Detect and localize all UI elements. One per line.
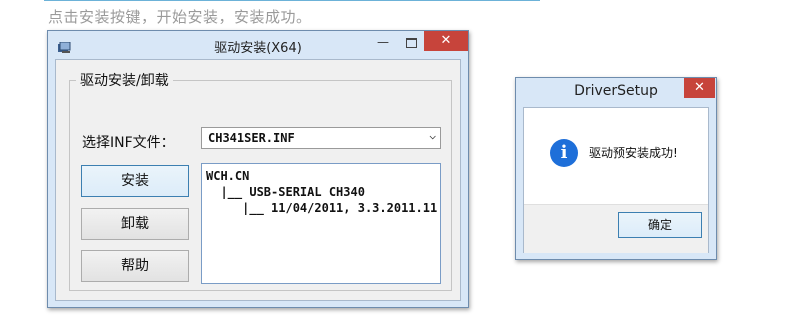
info-icon: i: [550, 139, 578, 167]
instruction-caption: 点击安装按键，开始安装，安装成功。: [48, 8, 312, 26]
uninstall-button[interactable]: 卸载: [81, 208, 189, 240]
info-line-version: |__ 11/04/2011, 3.3.2011.11: [206, 201, 438, 215]
group-title: 驱动安装/卸载: [76, 70, 173, 90]
dialog-close-button[interactable]: ✕: [684, 78, 715, 98]
install-button[interactable]: 安装: [81, 165, 189, 197]
inf-file-label: 选择INF文件：: [82, 135, 175, 151]
window-client-area: 驱动安装/卸载 选择INF文件： CH341SER.INF ⌵ 安装 卸载 帮助…: [55, 59, 461, 301]
help-button[interactable]: 帮助: [81, 250, 189, 282]
inf-file-value: CH341SER.INF: [208, 131, 295, 145]
inf-file-select[interactable]: CH341SER.INF ⌵: [201, 127, 441, 149]
maximize-button[interactable]: [398, 33, 424, 51]
dialog-message: 驱动预安装成功!: [589, 146, 678, 160]
info-line-vendor: WCH.CN: [206, 169, 250, 183]
maximize-icon: [405, 38, 417, 48]
close-button[interactable]: ✕: [424, 31, 468, 51]
info-line-device: |__ USB-SERIAL CH340: [206, 185, 365, 199]
dialog-client-area: i 驱动预安装成功! 确定: [523, 107, 709, 253]
title-bar[interactable]: 驱动安装(X64) — ✕: [48, 31, 468, 59]
driver-setup-dialog: DriverSetup ✕ i 驱动预安装成功! 确定: [515, 77, 717, 260]
minimize-button[interactable]: —: [370, 33, 396, 51]
caption-underline: [44, 0, 540, 1]
chevron-down-icon: ⌵: [429, 129, 436, 142]
ok-button[interactable]: 确定: [618, 212, 702, 238]
driver-info-box: WCH.CN |__ USB-SERIAL CH340 |__ 11/04/20…: [201, 163, 441, 284]
driver-install-window: 驱动安装(X64) — ✕ 驱动安装/卸载 选择INF文件： CH341SER.…: [47, 30, 469, 308]
